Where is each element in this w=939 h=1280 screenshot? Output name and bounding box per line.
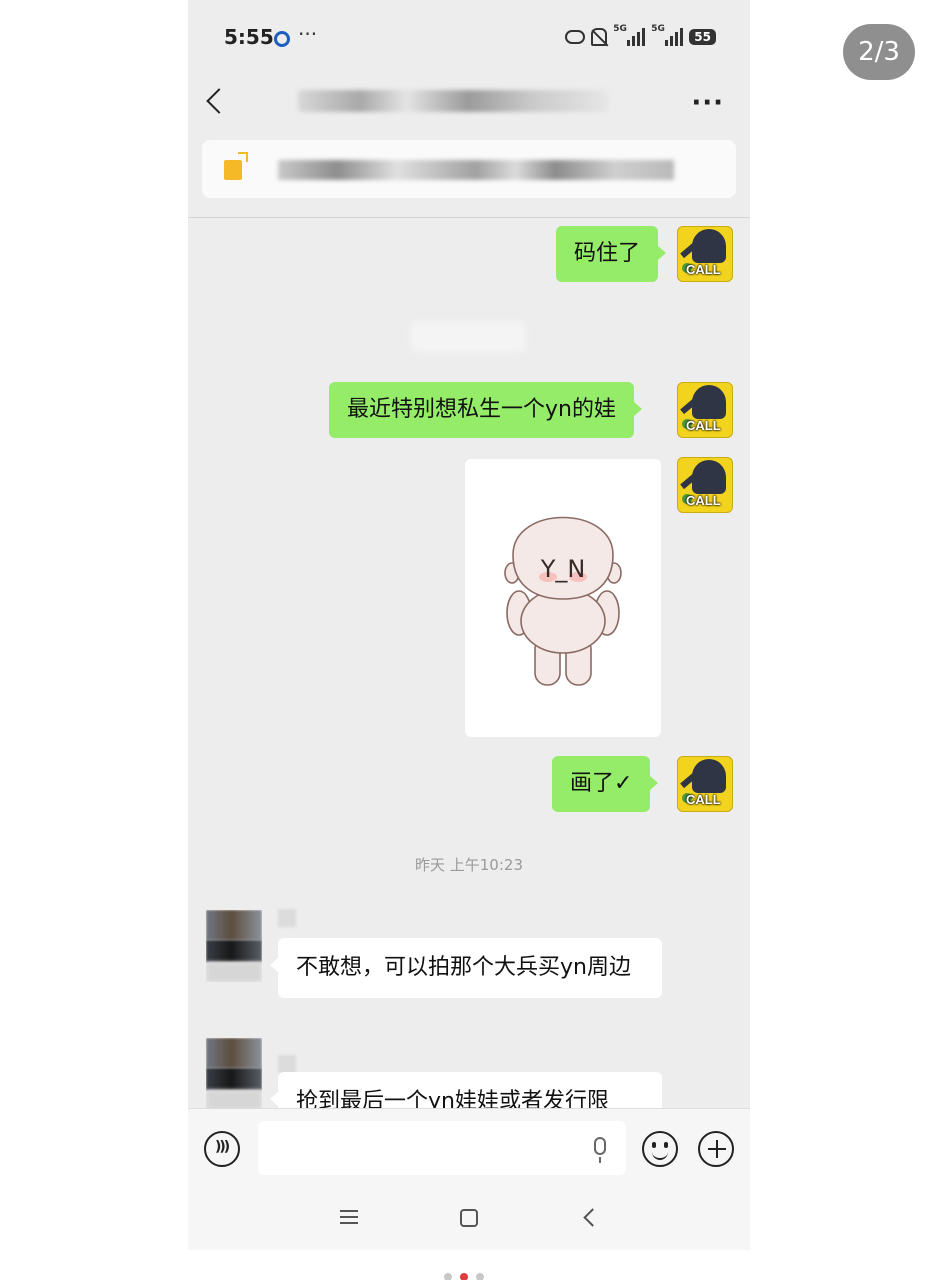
header-divider [188, 217, 750, 218]
avatar-badge: CALL [686, 262, 721, 277]
avatar-other[interactable] [206, 910, 262, 982]
notice-text-blurred [278, 160, 674, 180]
signal-icon: 5G [613, 24, 646, 46]
avatar-badge: CALL [686, 418, 721, 433]
message-timestamp: 昨天 上午10:23 [415, 856, 523, 874]
chat-input-bar [188, 1108, 750, 1188]
pinned-notice[interactable] [202, 140, 736, 198]
status-indicators: 5G 5G 55 [565, 24, 716, 46]
voice-icon[interactable] [204, 1131, 240, 1167]
doll-face-text: Y_N [540, 555, 586, 583]
menu-icon[interactable] [340, 1210, 358, 1224]
network-label-2: 5G [651, 24, 665, 34]
back-icon[interactable] [583, 1208, 602, 1227]
message-bubble-sent[interactable]: 最近特别想私生一个yn的娃 [329, 382, 642, 438]
message-bubble-received[interactable]: 不敢想，可以拍那个大兵买yn周边 [270, 938, 662, 998]
bulb-icon [224, 152, 248, 180]
avatar-self[interactable]: CALL [677, 756, 733, 812]
page-dot-active[interactable] [460, 1273, 468, 1280]
page-counter: 2/3 [843, 24, 915, 80]
avatar-other[interactable] [206, 1038, 262, 1110]
chat-title-blurred [298, 90, 608, 112]
message-input[interactable] [258, 1121, 626, 1175]
avatar-self[interactable]: CALL [677, 382, 733, 438]
link-icon [565, 30, 586, 44]
avatar-self[interactable]: CALL [677, 226, 733, 282]
app-notification-icon [274, 31, 290, 47]
blurred-system-text [410, 322, 526, 352]
chat-header: ··· [188, 78, 750, 128]
doll-illustration: Y_N [504, 516, 622, 686]
emoji-icon[interactable] [642, 1131, 678, 1167]
status-bar: 5:55 ··· 5G 5G 55 [188, 0, 750, 78]
avatar-badge: CALL [686, 792, 721, 807]
mute-icon [591, 28, 608, 46]
mic-icon[interactable] [594, 1137, 606, 1163]
more-dots-icon[interactable]: ··· [691, 88, 724, 118]
chevron-left-icon[interactable] [206, 88, 232, 114]
status-more-icon: ··· [298, 22, 318, 46]
battery-icon: 55 [689, 29, 716, 45]
status-time: 5:55 [224, 25, 274, 49]
sender-name-blurred [278, 909, 296, 927]
plus-icon[interactable] [698, 1131, 734, 1167]
phone-screenshot: 5:55 ··· 5G 5G 55 ··· 码住了 CALL 最近特别想私生一个… [188, 0, 750, 1250]
signal-icon-2: 5G [651, 24, 684, 46]
sender-name-blurred [278, 1055, 296, 1073]
message-bubble-sent[interactable]: 画了✓ [552, 756, 659, 812]
page-indicator [444, 1273, 484, 1280]
network-label: 5G [613, 24, 627, 34]
system-navigation-bar [188, 1188, 750, 1250]
image-viewer: 2/3 5:55 ··· 5G 5G 55 ··· 码住了 CALL 最近特别想… [0, 0, 939, 1280]
home-icon[interactable] [460, 1209, 478, 1227]
avatar-self[interactable]: CALL [677, 457, 733, 513]
avatar-badge: CALL [686, 493, 721, 508]
page-dot[interactable] [444, 1273, 452, 1280]
message-bubble-sent[interactable]: 码住了 [556, 226, 667, 282]
image-message-doll[interactable]: Y_N [465, 459, 661, 737]
page-dot[interactable] [476, 1273, 484, 1280]
